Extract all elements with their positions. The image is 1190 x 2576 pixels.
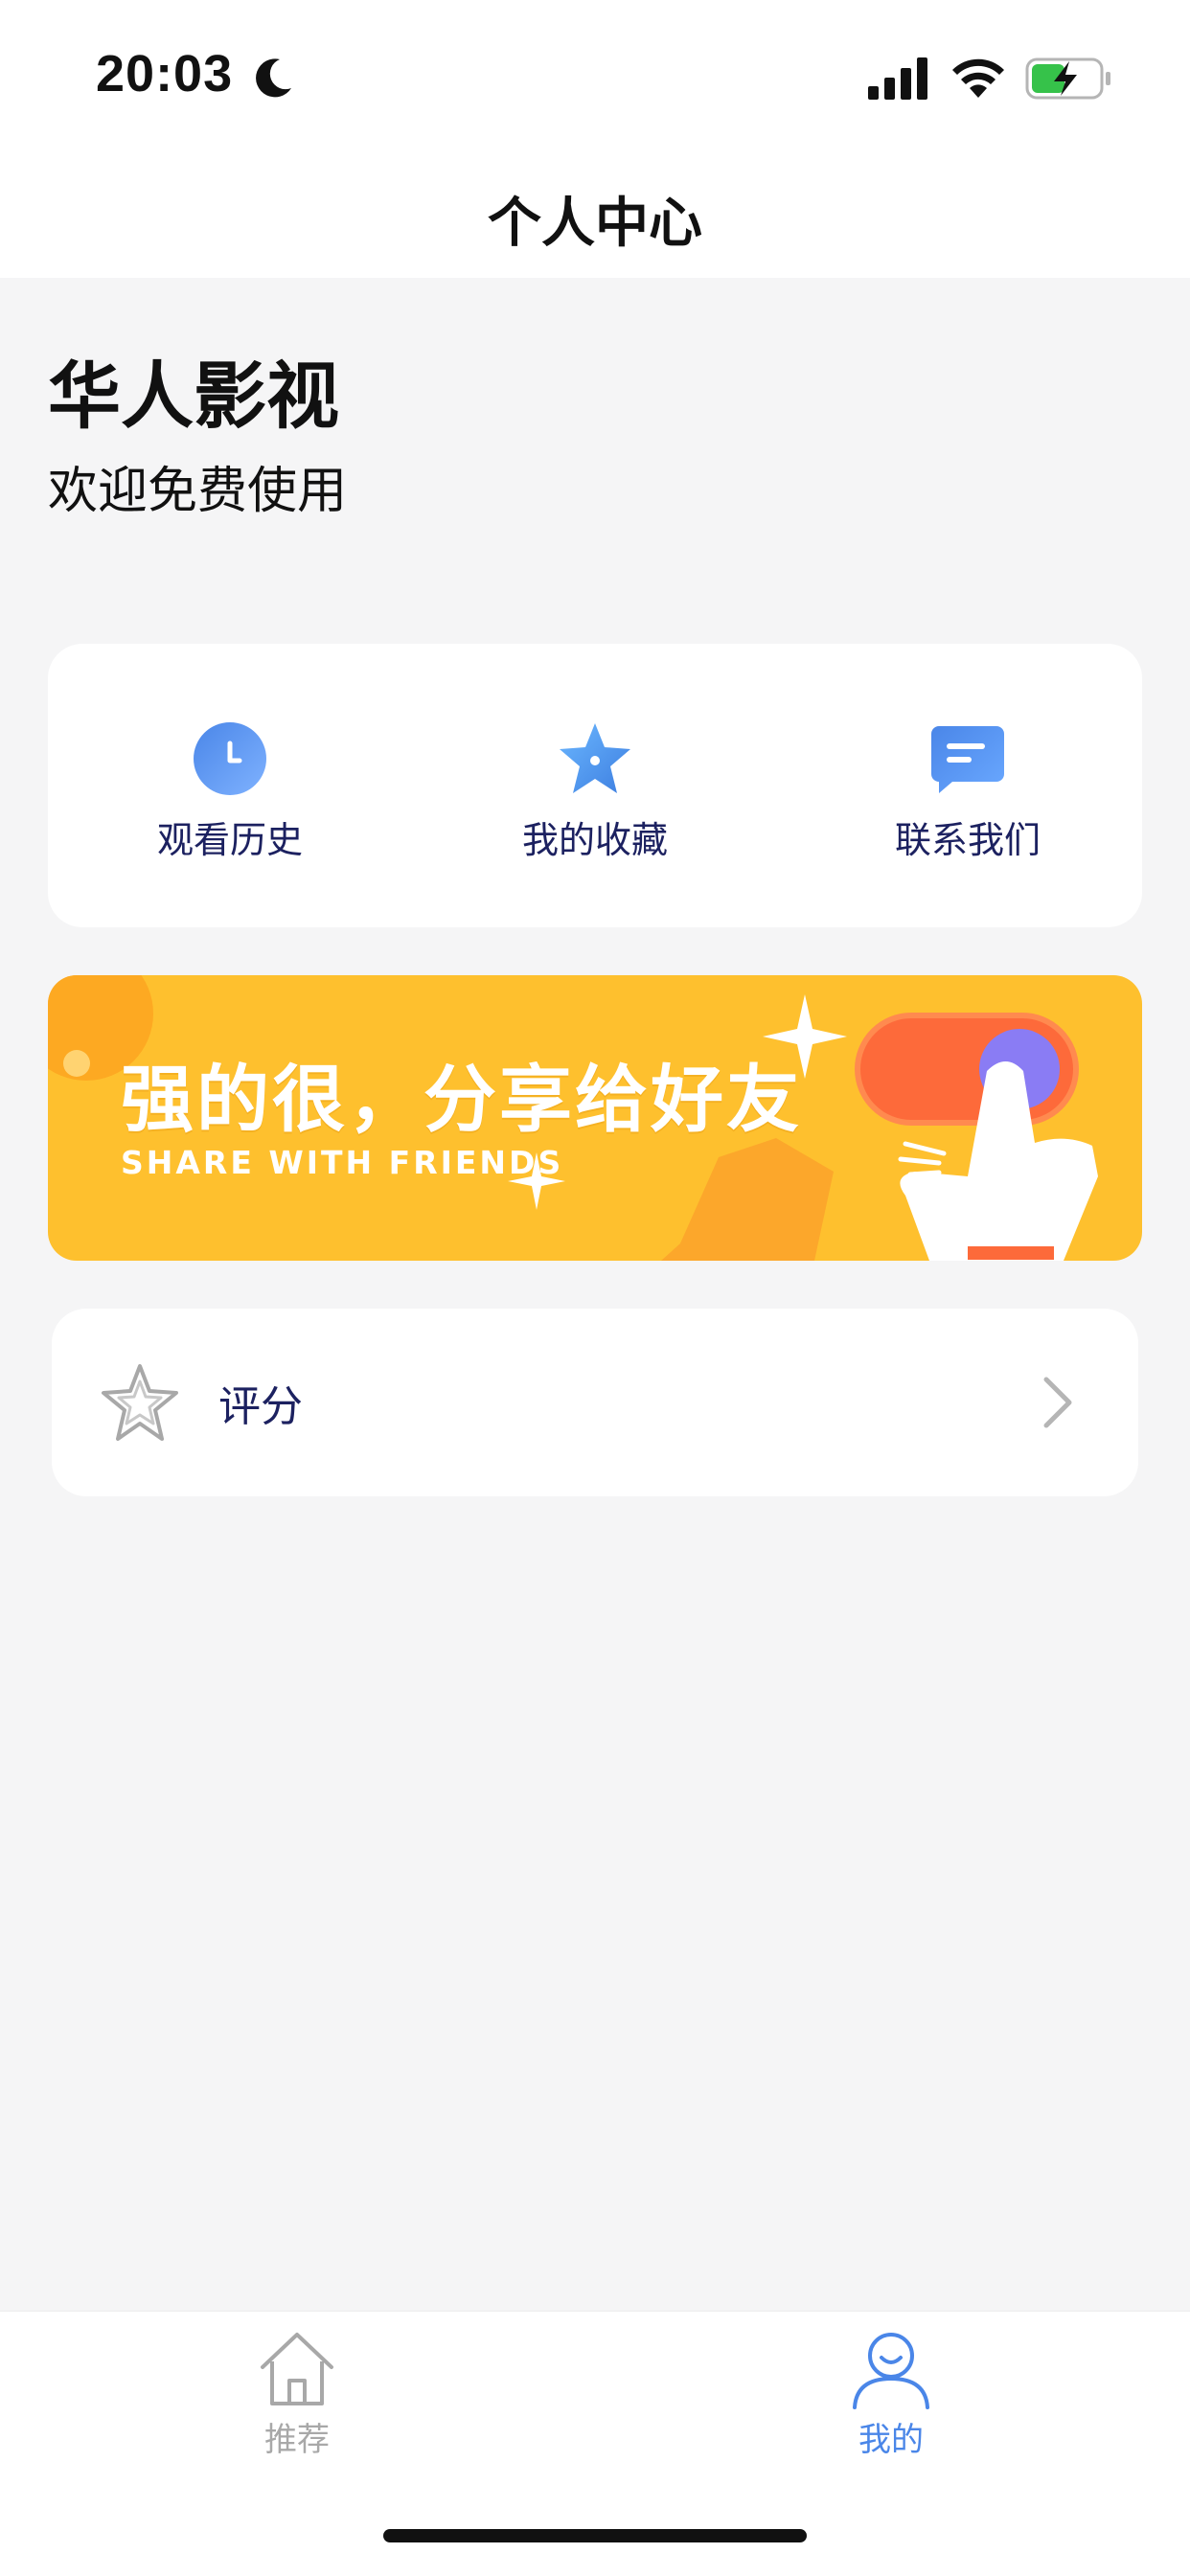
contact-us-label: 联系我们: [894, 819, 1041, 861]
page-title: 个人中心: [488, 193, 702, 255]
status-time: 20:03: [96, 45, 234, 103]
app-name: 华人影视: [48, 353, 339, 439]
star-outline-icon: [102, 1364, 178, 1441]
message-icon: [931, 726, 1004, 793]
watch-history-label: 观看历史: [156, 819, 303, 861]
tab-mine-label: 我的: [858, 2421, 924, 2459]
contact-us-button[interactable]: 联系我们: [824, 720, 1111, 874]
moon-icon: [256, 58, 291, 98]
tab-mine[interactable]: 我的: [747, 2329, 1035, 2460]
share-banner[interactable]: 强的很，分享给好友 SHARE WITH FRIENDS: [48, 975, 1142, 1261]
share-subtitle: SHARE WITH FRIENDS: [121, 1144, 564, 1181]
star-icon: [560, 723, 630, 793]
favorites-label: 我的收藏: [521, 819, 668, 861]
favorites-button[interactable]: 我的收藏: [451, 720, 739, 874]
rating-label: 评分: [218, 1382, 303, 1431]
person-icon: [853, 2333, 929, 2409]
share-title: 强的很，分享给好友: [121, 1057, 802, 1142]
chevron-right-icon: [1043, 1377, 1072, 1428]
rating-row[interactable]: 评分: [52, 1309, 1138, 1496]
signal-icon: [868, 57, 927, 100]
nav-bar: 个人中心: [0, 153, 1190, 278]
quick-actions-card: 观看历史 我的收藏 联系我们: [48, 644, 1142, 927]
status-bar: 20:03: [0, 0, 1190, 153]
welcome-text: 欢迎免费使用: [48, 463, 348, 520]
wifi-icon: [952, 58, 1004, 98]
clock-icon: [194, 722, 266, 795]
home-icon: [261, 2333, 333, 2405]
tab-recommend[interactable]: 推荐: [153, 2329, 441, 2460]
watch-history-button[interactable]: 观看历史: [86, 720, 374, 874]
home-indicator[interactable]: [383, 2529, 807, 2542]
tab-recommend-label: 推荐: [264, 2421, 330, 2459]
battery-charging-icon: [1025, 57, 1110, 100]
